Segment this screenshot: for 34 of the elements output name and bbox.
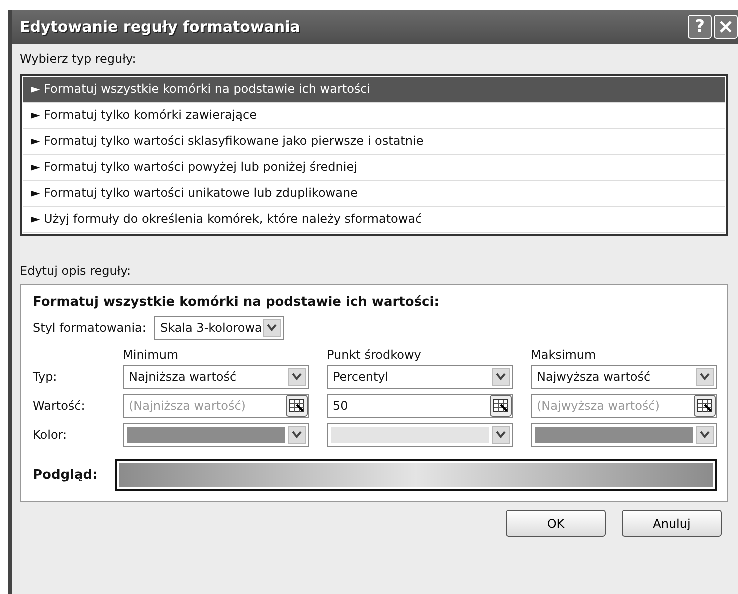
preview-label: Podgląd: — [33, 468, 99, 482]
rule-type-item[interactable]: ► Formatuj tylko komórki zawierające — [23, 103, 725, 129]
style-dropdown[interactable]: Skala 3-kolorowa — [154, 316, 284, 340]
window-title: Edytowanie reguły formatowania — [20, 18, 300, 36]
rule-type-item[interactable]: ► Formatuj tylko wartości sklasyfikowane jako pierwsze i ostatnie — [23, 129, 725, 155]
help-button[interactable]: ? — [688, 15, 712, 39]
grid-icon — [697, 399, 713, 413]
column-header: Maksimum — [531, 348, 598, 362]
close-icon — [719, 20, 733, 34]
row-label: Wartość: — [33, 399, 86, 413]
rule-type-item[interactable]: ► Użyj formuły do określenia komórek, które należy sformatować — [23, 207, 725, 233]
column-header: Punkt środkowy — [327, 348, 422, 362]
color-dropdown[interactable] — [327, 423, 513, 447]
style-label: Styl formatowania: — [33, 321, 146, 335]
rule-type-item[interactable]: ► Formatuj tylko wartości powyżej lub poniżej średniej — [23, 155, 725, 181]
row-label: Kolor: — [33, 428, 68, 442]
range-picker-button[interactable] — [286, 395, 308, 417]
grid-icon — [289, 399, 305, 413]
close-button[interactable] — [714, 15, 738, 39]
rule-type-item[interactable]: ► Formatuj tylko wartości unikatowe lub zduplikowane — [23, 181, 725, 207]
range-picker-button[interactable] — [490, 395, 512, 417]
rule-type-item[interactable]: ► Formatuj wszystkie komórki na podstawie ich wartości — [23, 77, 725, 103]
section-label: Edytuj opis reguły: — [20, 264, 132, 278]
dialog-button[interactable]: Anuluj — [622, 510, 722, 537]
dialog-button[interactable]: OK — [506, 510, 606, 537]
rule-heading: Formatuj wszystkie komórki na podstawie ich wartości: — [33, 295, 440, 310]
section-label: Wybierz typ reguły: — [20, 52, 138, 66]
column-header: Minimum — [123, 348, 180, 362]
color-dropdown[interactable] — [531, 423, 717, 447]
type-dropdown[interactable]: Percentyl — [327, 365, 513, 389]
grid-icon — [493, 399, 509, 413]
range-picker-button[interactable] — [694, 395, 716, 417]
row-label: Typ: — [33, 370, 58, 384]
color-dropdown[interactable] — [123, 423, 309, 447]
